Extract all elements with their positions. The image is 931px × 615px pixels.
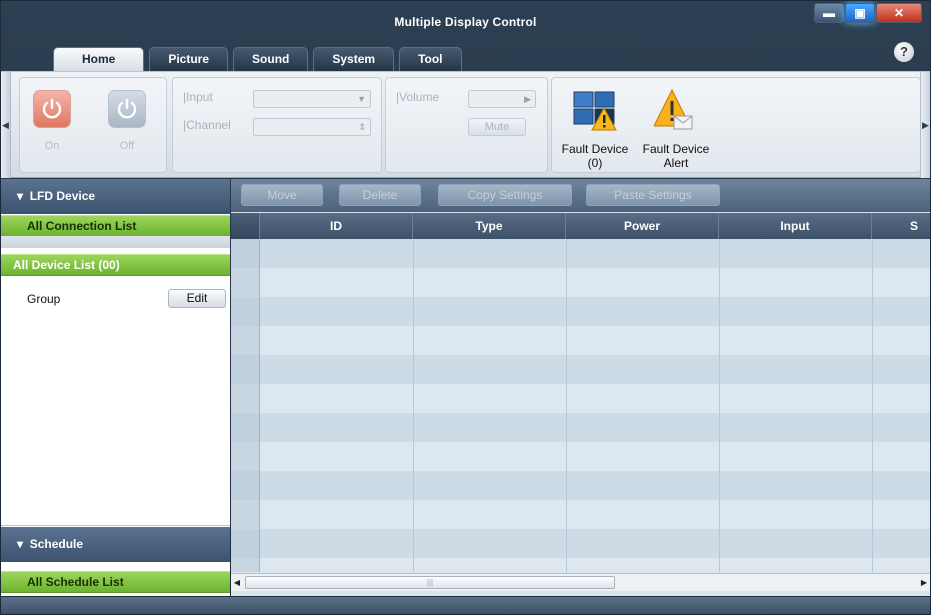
sidebar: ▾ LFD Device All Connection List All Dev… [1,179,230,596]
column-divider [719,239,720,572]
close-button[interactable]: ✕ [876,3,922,23]
power-off-label: Off [119,140,135,152]
channel-label: |Channel [183,118,231,132]
chevron-down-icon: ▼ [357,94,366,104]
maximize-button[interactable]: ▣ [845,3,875,23]
volume-slider[interactable]: ▶ [468,90,536,108]
column-divider [872,239,873,572]
all-device-list-button[interactable]: All Device List (00) [1,254,230,276]
mute-button[interactable]: Mute [468,118,526,136]
delete-button[interactable]: Delete [339,184,421,206]
power-on-button[interactable] [33,90,71,128]
all-schedule-list-button[interactable]: All Schedule List [1,571,230,593]
tab-home[interactable]: Home [53,47,145,71]
table-row [231,239,930,268]
select-all-checkbox[interactable] [231,213,260,239]
schedule-header[interactable]: ▾ Schedule [1,527,230,562]
input-select[interactable]: ▼ [253,90,371,108]
tab-sound[interactable]: Sound [233,47,309,71]
group-row: Group Edit [1,289,230,309]
stepper-icon: ⇕ [358,122,366,132]
column-input[interactable]: Input [719,213,872,239]
column-power[interactable]: Power [566,213,719,239]
ribbon-scroll-right-icon[interactable]: ▶ [920,72,930,178]
fault-device-label: Fault Device (0) [561,142,629,170]
move-button[interactable]: Move [241,184,323,206]
ribbon-scroll-left-icon[interactable]: ◀ [1,72,11,178]
volume-label: |Volume [396,90,440,104]
volume-group: |Volume ▶ Mute [385,77,548,173]
power-group: On Off [19,77,167,173]
table-body [231,239,930,572]
table-row [231,326,930,355]
fault-group: Fault Device (0) Fault Device Alert [551,77,921,173]
input-label: |Input [183,90,213,104]
fault-device-icon[interactable] [572,88,618,132]
chevron-right-icon: ▶ [524,94,531,104]
group-label: Group [27,292,61,306]
scroll-right-icon[interactable]: ▶ [918,574,930,591]
edit-group-button[interactable]: Edit [168,289,226,308]
column-type[interactable]: Type [413,213,566,239]
main-tabs: Home Picture Sound System Tool [53,47,467,71]
table-row [231,268,930,297]
tab-system[interactable]: System [313,47,395,71]
all-connection-list-button[interactable]: All Connection List [1,215,230,237]
table-row [231,471,930,500]
ribbon: ◀ On Off |Input ▼ |Channel ⇕ |Volume ▶ M… [1,71,930,178]
table-header: ID Type Power Input S [231,213,930,239]
app-window: Multiple Display Control ▬ ▣ ✕ Home Pict… [0,0,931,615]
minimize-button[interactable]: ▬ [814,3,844,23]
fault-alert-icon[interactable] [654,88,694,134]
lfd-device-header[interactable]: ▾ LFD Device [1,179,230,214]
table-row [231,500,930,529]
column-status[interactable]: S [872,213,930,239]
sidebar-divider [1,236,230,248]
paste-settings-button[interactable]: Paste Settings [586,184,720,206]
table-row [231,442,930,471]
table-row [231,558,930,572]
channel-stepper[interactable]: ⇕ [253,118,371,136]
horizontal-scrollbar[interactable]: ◀ ||| ▶ [231,573,930,591]
table-row [231,384,930,413]
table-row [231,413,930,442]
column-divider [413,239,414,572]
checkbox-column [231,239,260,572]
action-bar: Move Delete Copy Settings Paste Settings [231,179,930,212]
title-bar[interactable]: Multiple Display Control ▬ ▣ ✕ [1,1,930,47]
power-off-icon [117,98,137,119]
tab-tool[interactable]: Tool [399,47,462,71]
power-on-icon [42,98,62,119]
column-id[interactable]: ID [260,213,413,239]
tab-picture[interactable]: Picture [149,47,229,71]
copy-settings-button[interactable]: Copy Settings [438,184,572,206]
window-controls: ▬ ▣ ✕ [813,3,922,23]
table-row [231,355,930,384]
column-divider [566,239,567,572]
sidebar-separator [1,525,230,526]
power-on-label: On [44,140,60,152]
scrollbar-thumb[interactable]: ||| [245,576,615,589]
help-icon[interactable]: ? [894,42,914,62]
table-row [231,297,930,326]
status-bar [1,597,930,614]
fault-alert-label: Fault Device Alert [642,142,710,170]
window-title: Multiple Display Control [394,15,537,29]
input-group: |Input ▼ |Channel ⇕ [172,77,382,173]
power-off-button[interactable] [108,90,146,128]
table-row [231,529,930,558]
device-list-panel: Move Delete Copy Settings Paste Settings… [231,179,930,596]
scroll-left-icon[interactable]: ◀ [231,574,243,591]
